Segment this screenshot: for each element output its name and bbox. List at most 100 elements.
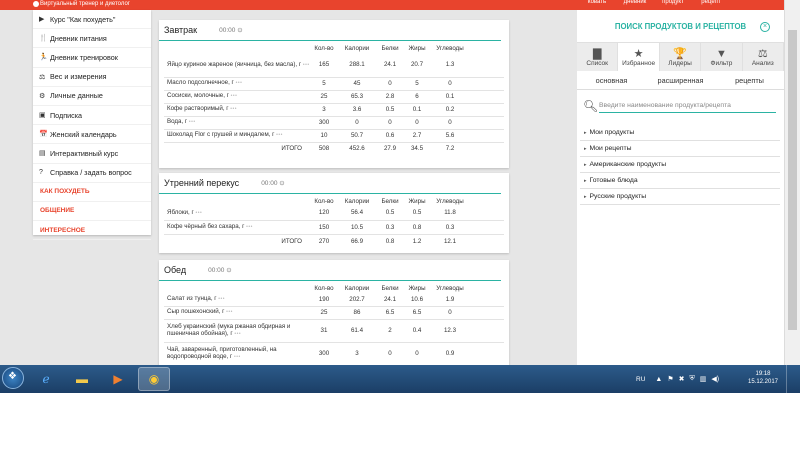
tab-advanced[interactable]: расширенная xyxy=(646,71,715,89)
table-row[interactable]: Масло подсолнечное, г ••• 5 45 0 5 0 xyxy=(164,77,504,91)
cell: 65.3 xyxy=(338,90,376,104)
table-row[interactable]: Вода, г ••• 300 0 0 0 0 xyxy=(164,116,504,130)
more-icon[interactable]: ••• xyxy=(230,106,237,112)
meal-time[interactable]: 00:00 ⊙ xyxy=(261,179,285,187)
flag-icon[interactable]: ⚑ xyxy=(667,375,673,383)
scrollbar-thumb[interactable] xyxy=(788,30,797,330)
search-mode-tabs: основная расширенная рецепты xyxy=(577,71,784,90)
folder-icon: ▇ xyxy=(592,47,602,60)
network-icon[interactable]: ▥ xyxy=(700,375,707,383)
more-icon[interactable]: ••• xyxy=(276,132,283,138)
brand-logo-icon[interactable] xyxy=(33,1,39,7)
tab-leaders[interactable]: 🏆 Лидеры xyxy=(660,43,702,71)
menu-item-personal-data[interactable]: ⚙ Личные данные xyxy=(33,87,151,106)
cell: 5 xyxy=(310,77,338,91)
more-icon[interactable]: ••• xyxy=(218,296,225,302)
more-icon[interactable]: ••• xyxy=(303,62,310,68)
link-lose-weight[interactable]: КАК ПОХУДЕТЬ xyxy=(33,183,151,202)
cell: 0.3 xyxy=(376,220,404,235)
tab-basic[interactable]: основная xyxy=(577,71,646,89)
menu-item-training-diary[interactable]: 🏃 Дневник тренировок xyxy=(33,48,151,68)
scales-icon: ⚖ xyxy=(757,47,768,60)
top-nav-item[interactable]: продукт xyxy=(654,0,692,10)
top-nav-item[interactable]: рецепт xyxy=(692,0,730,10)
col-header: Кол-во xyxy=(314,44,334,52)
more-icon[interactable]: ••• xyxy=(195,210,202,216)
volume-icon[interactable]: ◀) xyxy=(711,375,719,383)
table-row[interactable]: Хлеб украинский (мука ржаная обдирная и … xyxy=(164,319,504,343)
more-icon[interactable]: ••• xyxy=(236,80,243,86)
media-player-icon[interactable]: ▶ xyxy=(102,367,134,391)
search-bar: 🔍︎ xyxy=(583,98,776,114)
start-button[interactable]: ❖ xyxy=(2,367,24,389)
col-header: Калории xyxy=(344,197,370,205)
meal-header: Утренний перекус 00:00 ⊙ xyxy=(159,173,501,194)
menu-item-help[interactable]: ? Справка / задать вопрос xyxy=(33,164,151,183)
table-row[interactable]: Салат из тунца, г ••• 190 202.7 24.1 10.6 1.9 xyxy=(164,293,504,307)
list-item[interactable]: Американские продукты xyxy=(580,157,780,173)
cell: 0.5 xyxy=(376,206,404,221)
more-icon[interactable]: ••• xyxy=(246,224,253,230)
top-nav-item[interactable]: ковать xyxy=(578,0,616,10)
list-item[interactable]: Русские продукты xyxy=(580,189,780,205)
cell: 1.3 xyxy=(430,53,470,78)
more-icon[interactable]: ••• xyxy=(234,354,241,360)
table-row[interactable]: Чай, заваренный, приготовленный, на водо… xyxy=(164,342,504,365)
cell: 2.7 xyxy=(404,129,430,143)
more-icon[interactable]: ••• xyxy=(234,331,241,337)
food-name: Хлеб украинский (мука ржаная обдирная и … xyxy=(164,319,310,343)
table-row[interactable]: Сыр пошехонский, г ••• 25 86 6.5 6.5 0 xyxy=(164,306,504,320)
list-item[interactable]: Готовые блюда xyxy=(580,173,780,189)
total-row: ИТОГО 270 66.9 0.8 1.2 12.1 xyxy=(164,234,504,248)
table-row[interactable]: Кофе растворимый, г ••• 3 3.6 0.5 0.1 0.2 xyxy=(164,103,504,117)
explorer-icon[interactable]: ▬ xyxy=(66,367,98,391)
windows-logo-icon: ❖ xyxy=(8,371,17,382)
tray-arrow-icon[interactable]: ▲ xyxy=(655,376,662,383)
search-input[interactable] xyxy=(599,99,776,113)
link-community[interactable]: ОБЩЕНИЕ xyxy=(33,202,151,222)
top-nav: ковать дневник продукт рецепт xyxy=(578,0,730,10)
menu-item-subscription[interactable]: ▣ Подписка xyxy=(33,106,151,126)
menu-item-food-diary[interactable]: 🍴 Дневник питания xyxy=(33,29,151,49)
tab-list[interactable]: ▇ Список xyxy=(577,43,619,71)
close-tray-icon[interactable]: ✖ xyxy=(679,375,685,383)
col-header: Белки xyxy=(381,44,399,52)
menu-item-calendar[interactable]: 📅 Женский календарь xyxy=(33,125,151,145)
trophy-icon: 🏆 xyxy=(673,47,687,60)
table-row[interactable]: Шоколад Flor с грушей и миндалем, г ••• 1… xyxy=(164,129,504,143)
link-interesting[interactable]: ИНТЕРЕСНОЕ xyxy=(33,221,151,241)
cell: 5 xyxy=(404,77,430,91)
tab-favorites[interactable]: ★ Избранное xyxy=(618,43,660,71)
shield-icon[interactable]: ⛨ xyxy=(689,375,694,383)
meal-time[interactable]: 00:00 ⊙ xyxy=(219,26,243,34)
language-indicator[interactable]: RU xyxy=(636,376,645,383)
page-scrollbar[interactable] xyxy=(784,0,800,365)
menu-item-interactive-course[interactable]: ▤ Интерактивный курс xyxy=(33,144,151,164)
table-row[interactable]: Сосиски, молочные, г ••• 25 65.3 2.8 6 0.1 xyxy=(164,90,504,104)
list-item[interactable]: Мои продукты xyxy=(580,125,780,141)
more-icon[interactable]: ••• xyxy=(231,93,238,99)
more-icon[interactable]: ••• xyxy=(226,309,233,315)
table-row[interactable]: Яйцо куриное жареное (яичница, без масла… xyxy=(164,53,504,78)
ie-icon[interactable]: ℯ xyxy=(30,367,62,391)
chrome-icon[interactable]: ◉ xyxy=(138,367,170,391)
list-item[interactable]: Мои рецепты xyxy=(580,141,780,157)
more-icon[interactable]: ••• xyxy=(189,119,196,125)
tab-recipes[interactable]: рецепты xyxy=(715,71,784,89)
cell: 56.4 xyxy=(338,206,376,221)
tab-analysis[interactable]: ⚖ Анализ xyxy=(743,43,784,71)
menu-item-weight[interactable]: ⚖ Вес и измерения xyxy=(33,68,151,87)
tab-filter[interactable]: ▼ Фильтр xyxy=(701,43,743,71)
table-row[interactable]: Кофе чёрный без сахара, г ••• 150 10.5 0.3 0… xyxy=(164,220,504,235)
subscription-icon: ▣ xyxy=(39,112,46,120)
star-icon: ★ xyxy=(633,47,644,60)
show-desktop-button[interactable] xyxy=(786,365,798,393)
top-nav-item[interactable]: дневник xyxy=(616,0,654,10)
food-name: Вода, г ••• xyxy=(164,116,310,130)
menu-item-course[interactable]: ▶ Курс "Как похудеть" xyxy=(33,10,151,30)
close-icon[interactable]: × xyxy=(760,22,770,32)
meal-time[interactable]: 00:00 ⊙ xyxy=(208,266,232,274)
clock[interactable]: 19:18 15.12.2017 xyxy=(746,370,780,386)
search-icon[interactable]: 🔍︎ xyxy=(583,99,599,113)
table-row[interactable]: Яблоки, г ••• 120 56.4 0.5 0.5 11.8 xyxy=(164,206,504,221)
